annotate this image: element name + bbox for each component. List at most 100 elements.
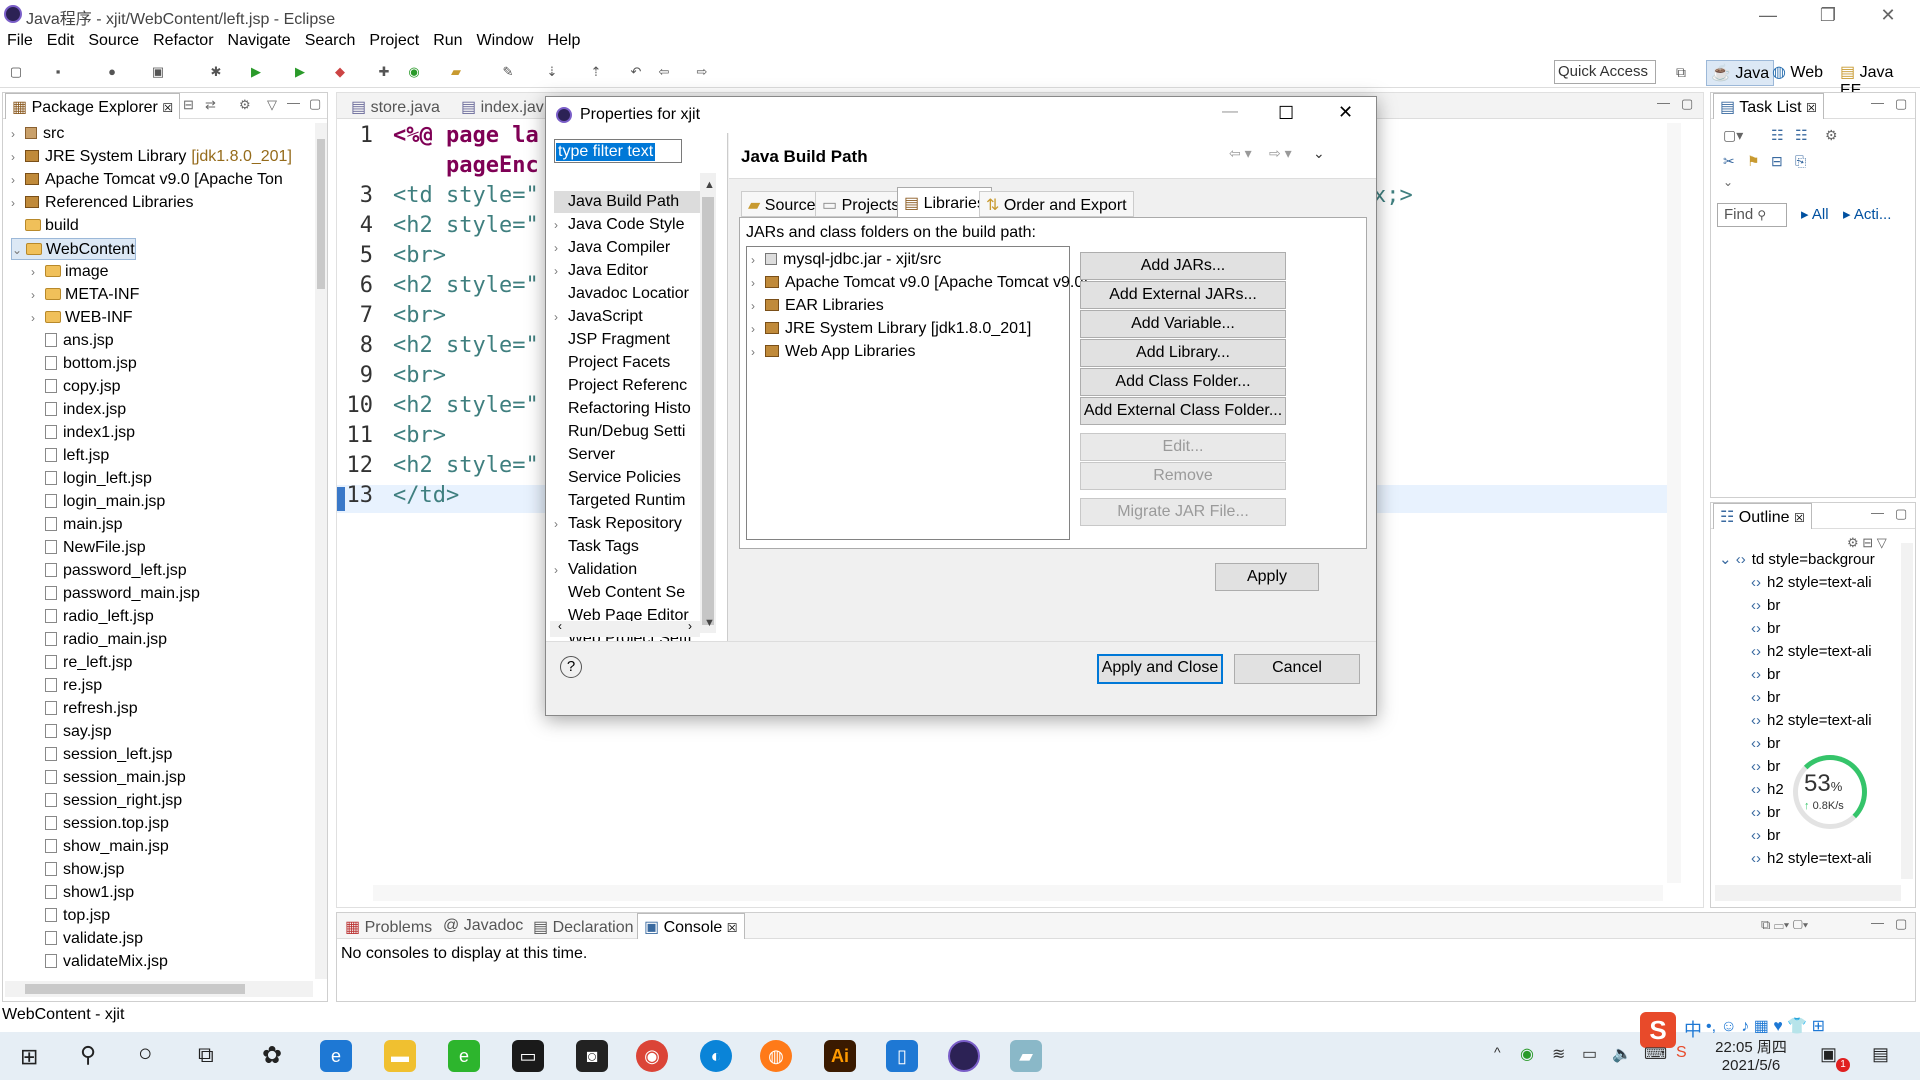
nav-item[interactable]: › JavaScript — [554, 306, 700, 328]
forward-icon[interactable]: ⇨ ▾ — [1269, 145, 1292, 162]
nav-item[interactable]: Service Policies — [554, 467, 700, 489]
tree-item[interactable]: bottom.jsp — [31, 353, 137, 375]
tree-item[interactable]: password_left.jsp — [31, 560, 187, 582]
ime-toolbar-icons[interactable]: •, ☺ ♪ ▦ ♥ 👕 ⊞ — [1706, 1016, 1825, 1036]
menu-refactor[interactable]: Refactor — [146, 30, 220, 54]
network-speed-widget[interactable]: 53% ↑ 0.8K/s — [1793, 755, 1867, 829]
nav-item[interactable]: Refactoring Histo — [554, 398, 700, 420]
nav-item[interactable]: Project Facets — [554, 352, 700, 374]
outline-item[interactable]: ‹› h2 style=text-ali — [1751, 641, 1872, 663]
outline-maximize-icon[interactable]: ▢ — [1895, 506, 1907, 522]
tree-item[interactable]: › src — [11, 123, 64, 145]
task-minimize-icon[interactable]: — — [1871, 95, 1884, 110]
nav-item[interactable]: › Validation — [554, 559, 700, 581]
dialog-maximize-button[interactable]: ☐ — [1278, 103, 1294, 124]
menu-edit[interactable]: Edit — [40, 30, 82, 54]
chevron-right-icon[interactable]: › — [11, 146, 25, 168]
tree-item[interactable]: re.jsp — [31, 675, 102, 697]
tree-item[interactable]: session_main.jsp — [31, 767, 186, 789]
tree-item[interactable]: ans.jsp — [31, 330, 114, 352]
tab-order-export[interactable]: ⇅ Order and Export — [979, 191, 1134, 217]
outline-item[interactable]: ⌄ ‹› td style=backgrour — [1719, 549, 1875, 571]
sync-icon[interactable]: ⚑ — [1747, 153, 1760, 170]
add-jars-button[interactable]: Add JARs... — [1080, 252, 1286, 280]
browser-e-icon[interactable]: e — [448, 1040, 480, 1072]
nav-item[interactable]: › Java Code Style — [554, 214, 700, 236]
nav-item[interactable]: Web Content Se — [554, 582, 700, 604]
firefox-icon[interactable]: ◍ — [760, 1040, 792, 1072]
tree-item[interactable]: › image — [31, 261, 109, 283]
internet-explorer-icon[interactable]: e — [320, 1040, 352, 1072]
outline-item[interactable]: ‹› br — [1751, 664, 1780, 686]
new-class-icon[interactable]: ◉ — [406, 64, 422, 80]
run-icon[interactable]: ▶ — [248, 64, 264, 80]
tab-source[interactable]: ▰ Source — [741, 191, 823, 217]
dialog-close-button[interactable]: ✕ — [1338, 102, 1353, 123]
editor-maximize-icon[interactable]: ▢ — [1681, 96, 1693, 112]
remove-button[interactable]: Remove — [1080, 462, 1286, 490]
prev-annotation-icon[interactable]: ⇡ — [588, 64, 604, 80]
menu-search[interactable]: Search — [298, 30, 363, 54]
add-variable-button[interactable]: Add Variable... — [1080, 310, 1286, 338]
console-maximize-icon[interactable]: ▢ — [1895, 916, 1907, 932]
nav-item[interactable]: Run/Debug Setti — [554, 421, 700, 443]
terminal-icon[interactable]: ▣ — [150, 64, 166, 80]
collapse-icon[interactable]: ⊟ — [1771, 153, 1783, 170]
save-icon[interactable]: ▪ — [50, 64, 66, 80]
scheduled-icon[interactable]: ☷ — [1795, 127, 1808, 144]
sogou-tray-icon[interactable]: S — [1676, 1044, 1687, 1062]
library-entry[interactable]: › EAR Libraries — [751, 295, 884, 317]
perspective-javaee[interactable]: ▤ Java EE — [1836, 60, 1920, 99]
page-menu-icon[interactable]: ⌄ — [1313, 145, 1325, 162]
menu-window[interactable]: Window — [470, 30, 541, 54]
minimize-button[interactable]: — — [1738, 2, 1798, 28]
tree-item[interactable]: say.jsp — [31, 721, 112, 743]
activate-link[interactable]: ▸ Acti... — [1843, 205, 1891, 223]
tree-item[interactable]: main.jsp — [31, 514, 123, 536]
cortana-icon[interactable]: ○ — [138, 1040, 153, 1068]
tab-declaration[interactable]: ▤ Declaration — [527, 913, 640, 939]
outline-item[interactable]: ‹› h2 — [1751, 779, 1784, 801]
tab-problems[interactable]: ▦ Problems — [339, 913, 438, 939]
link-editor-icon[interactable]: ⇄ — [205, 97, 216, 113]
add-external-class-folder-button[interactable]: Add External Class Folder... — [1080, 397, 1286, 425]
maximize-button[interactable]: ❐ — [1798, 2, 1858, 28]
task-view-icon[interactable]: ⧉ — [198, 1042, 214, 1068]
tab-libraries[interactable]: ▤ Libraries — [897, 187, 992, 217]
tab-store-java[interactable]: ▤ store.java — [345, 93, 446, 119]
tray-up-icon[interactable]: ^ — [1494, 1044, 1501, 1060]
outline-item[interactable]: ‹› br — [1751, 802, 1780, 824]
last-edit-icon[interactable]: ↶ — [628, 64, 644, 80]
tree-item[interactable]: re_left.jsp — [31, 652, 132, 674]
edge-icon[interactable]: ◐ — [700, 1040, 732, 1072]
outline-hscrollbar[interactable] — [1715, 885, 1901, 901]
chevron-right-icon[interactable]: › — [11, 169, 25, 191]
dropdown-icon[interactable]: ▽ — [267, 97, 277, 113]
tree-item[interactable]: index1.jsp — [31, 422, 135, 444]
outline-minimize-icon[interactable]: — — [1871, 505, 1884, 520]
illustrator-icon[interactable]: Ai — [824, 1040, 856, 1072]
action-center-icon[interactable]: ▤ — [1872, 1044, 1889, 1065]
help-icon[interactable]: ? — [560, 656, 582, 678]
open-perspective-icon[interactable]: ⧉ — [1676, 64, 1686, 81]
windows-start-icon[interactable]: ⊞ — [20, 1044, 38, 1070]
tree-item[interactable]: show1.jsp — [31, 882, 134, 904]
nav-item[interactable]: › Java Compiler — [554, 237, 700, 259]
tree-item[interactable]: index.jsp — [31, 399, 126, 421]
tree-item[interactable]: session.top.jsp — [31, 813, 169, 835]
tree-item[interactable]: left.jsp — [31, 445, 109, 467]
task-chevron-icon[interactable]: ⌄ — [1723, 175, 1733, 189]
outline-vscrollbar[interactable] — [1901, 543, 1913, 879]
nav-item[interactable]: Server — [554, 444, 700, 466]
next-annotation-icon[interactable]: ⇣ — [544, 64, 560, 80]
new-java-project-icon[interactable]: ✚ — [376, 64, 392, 80]
menu-source[interactable]: Source — [81, 30, 146, 54]
tree-item[interactable]: › WEB-INF — [31, 307, 133, 329]
outline-item[interactable]: ‹› br — [1751, 733, 1780, 755]
search-icon[interactable]: ⚲ — [80, 1042, 96, 1068]
hide-completed-icon[interactable]: ⚙ — [1825, 127, 1838, 144]
dialog-minimize-button[interactable]: — — [1222, 103, 1238, 121]
all-link[interactable]: ▸ All — [1801, 205, 1829, 223]
perspective-web[interactable]: ◍ Web — [1768, 60, 1827, 86]
task-maximize-icon[interactable]: ▢ — [1895, 96, 1907, 112]
